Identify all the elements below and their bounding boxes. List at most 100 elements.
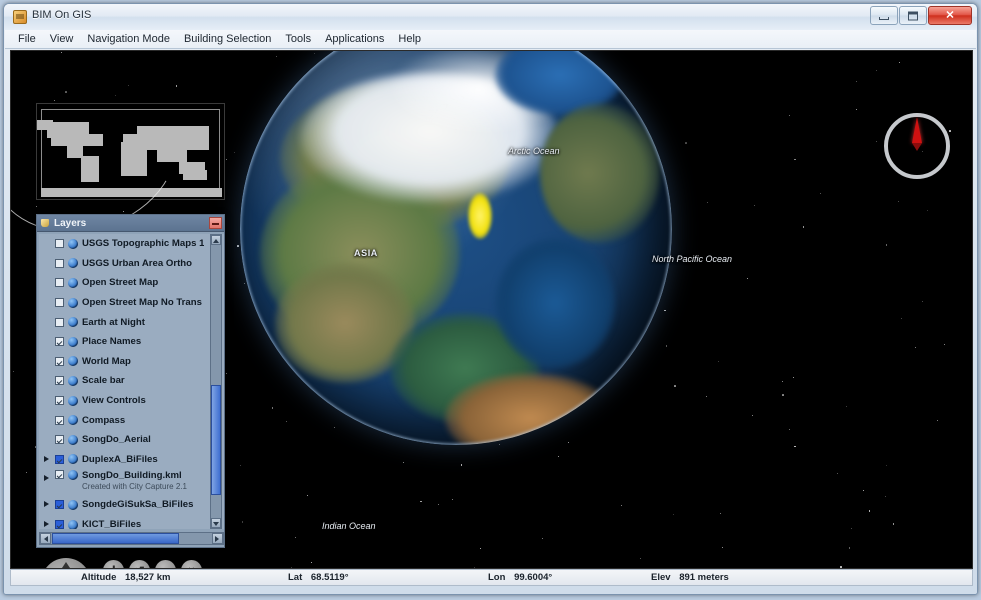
layers-minimize-button[interactable]	[209, 217, 222, 229]
layers-icon	[41, 218, 50, 228]
layer-checkbox[interactable]	[55, 317, 64, 327]
star	[845, 406, 847, 408]
layer-checkbox[interactable]	[55, 435, 64, 445]
star	[943, 344, 945, 346]
star	[782, 394, 784, 397]
layer-row[interactable]: View Controls	[39, 391, 224, 411]
layer-row[interactable]: USGS Topographic Maps 1	[39, 234, 224, 254]
menu-navigation-mode[interactable]: Navigation Mode	[80, 31, 177, 47]
layer-label: Open Street Map No Trans	[82, 297, 202, 309]
layer-checkbox[interactable]	[55, 337, 64, 347]
expand-triangle-icon[interactable]	[44, 520, 49, 527]
menu-bar: File View Navigation Mode Building Selec…	[5, 30, 976, 49]
pan-joystick[interactable]	[41, 558, 91, 568]
status-elevation: Elev 891 meters	[651, 572, 729, 583]
layer-checkbox[interactable]	[55, 278, 64, 288]
navigation-controls[interactable]: ↺ ▲ ⇿ ↻ ‖ ≈	[41, 556, 202, 568]
layer-row[interactable]: Open Street Map No Trans	[39, 293, 224, 313]
layer-row[interactable]: Earth at Night	[39, 312, 224, 332]
look-button[interactable]: ⇿	[181, 560, 202, 568]
horizontal-scroll-thumb[interactable]	[52, 533, 179, 544]
zoom-in-button[interactable]	[103, 560, 124, 568]
star	[751, 414, 753, 416]
rotate-left-button[interactable]: ↺	[129, 560, 150, 568]
maximize-button[interactable]	[899, 6, 927, 25]
star	[313, 53, 315, 55]
layer-row[interactable]: Scale bar	[39, 371, 224, 391]
vertical-scroll-thumb[interactable]	[211, 385, 221, 495]
scroll-up-button[interactable]	[211, 235, 221, 245]
star	[792, 376, 794, 378]
star	[244, 282, 246, 284]
expand-triangle-icon[interactable]	[44, 455, 49, 462]
close-button[interactable]: ✕	[928, 6, 972, 25]
compass-widget[interactable]	[884, 113, 950, 179]
status-latitude: Lat 68.5119°	[288, 572, 349, 583]
layer-row[interactable]: DuplexA_BiFiles	[39, 450, 224, 470]
compass-needle-south	[912, 143, 922, 151]
star	[892, 523, 895, 525]
layer-checkbox[interactable]	[55, 376, 64, 386]
layer-row[interactable]: Compass	[39, 410, 224, 430]
minimize-button[interactable]	[870, 6, 898, 25]
layer-row[interactable]: KICT_BiFiles	[39, 515, 224, 529]
star	[921, 301, 923, 303]
menu-view[interactable]: View	[43, 31, 81, 47]
layer-checkbox[interactable]	[55, 520, 64, 529]
star	[673, 514, 675, 516]
layer-row[interactable]: SongdeGiSukSa_BiFiles	[39, 495, 224, 515]
status-elevation-value: 891 meters	[679, 572, 729, 583]
status-altitude-value: 18,527 km	[125, 572, 171, 583]
layer-label: SongdeGiSukSa_BiFiles	[82, 499, 194, 511]
chevron-right-icon	[215, 535, 219, 542]
layer-checkbox[interactable]	[55, 396, 64, 406]
tilt-up-button[interactable]: ▲	[155, 560, 176, 568]
world-overview-map[interactable]	[11, 54, 225, 256]
expand-triangle-icon[interactable]	[44, 475, 49, 482]
layers-horizontal-scrollbar[interactable]	[39, 532, 224, 545]
layer-checkbox[interactable]	[55, 415, 64, 425]
status-bar: Altitude 18,527 km Lat 68.5119° Lon 99.6…	[10, 569, 973, 586]
window-controls: ✕	[870, 6, 972, 25]
scroll-left-button[interactable]	[40, 533, 51, 544]
star	[307, 495, 309, 497]
menu-help[interactable]: Help	[391, 31, 428, 47]
star	[802, 226, 805, 228]
star	[875, 70, 877, 72]
globe-layer-icon	[68, 317, 78, 328]
layers-list[interactable]: USGS Topographic Maps 1 USGS Urban Area O…	[39, 234, 224, 529]
menu-tools[interactable]: Tools	[278, 31, 318, 47]
layer-row[interactable]: Place Names	[39, 332, 224, 352]
layers-panel[interactable]: Layers USGS Topographic Maps 1 USGS Urban…	[36, 214, 225, 548]
layer-checkbox[interactable]	[55, 239, 64, 249]
layer-row[interactable]: USGS Urban Area Ortho	[39, 254, 224, 274]
scroll-down-button[interactable]	[211, 518, 221, 528]
layers-vertical-scrollbar[interactable]	[210, 234, 222, 529]
star	[225, 372, 227, 374]
star	[789, 428, 791, 430]
star	[897, 201, 899, 203]
menu-building-selection[interactable]: Building Selection	[177, 31, 278, 47]
menu-applications[interactable]: Applications	[318, 31, 391, 47]
status-longitude: Lon 99.6004°	[488, 572, 552, 583]
globe-layer-icon	[68, 470, 78, 481]
layer-row[interactable]: Open Street Map	[39, 273, 224, 293]
star	[707, 201, 709, 203]
layer-checkbox[interactable]	[55, 500, 64, 510]
layer-checkbox[interactable]	[55, 454, 64, 464]
globe-layer-icon	[68, 238, 78, 249]
title-ghost-text	[124, 10, 454, 22]
globe-viewport[interactable]: Arctic Ocean ASIA North Pacific Ocean In…	[10, 50, 973, 569]
layer-checkbox[interactable]	[55, 356, 64, 366]
layer-checkbox[interactable]	[55, 470, 64, 480]
layer-checkbox[interactable]	[55, 298, 64, 308]
layer-row[interactable]: SongDo_Building.kml Created with City Cap…	[39, 469, 224, 495]
menu-file[interactable]: File	[11, 31, 43, 47]
layer-row[interactable]: World Map	[39, 352, 224, 372]
status-latitude-label: Lat	[288, 572, 303, 583]
expand-triangle-icon[interactable]	[44, 501, 49, 508]
scroll-right-button[interactable]	[212, 533, 223, 544]
star	[840, 566, 843, 568]
layer-checkbox[interactable]	[55, 258, 64, 268]
layer-row[interactable]: SongDo_Aerial	[39, 430, 224, 450]
